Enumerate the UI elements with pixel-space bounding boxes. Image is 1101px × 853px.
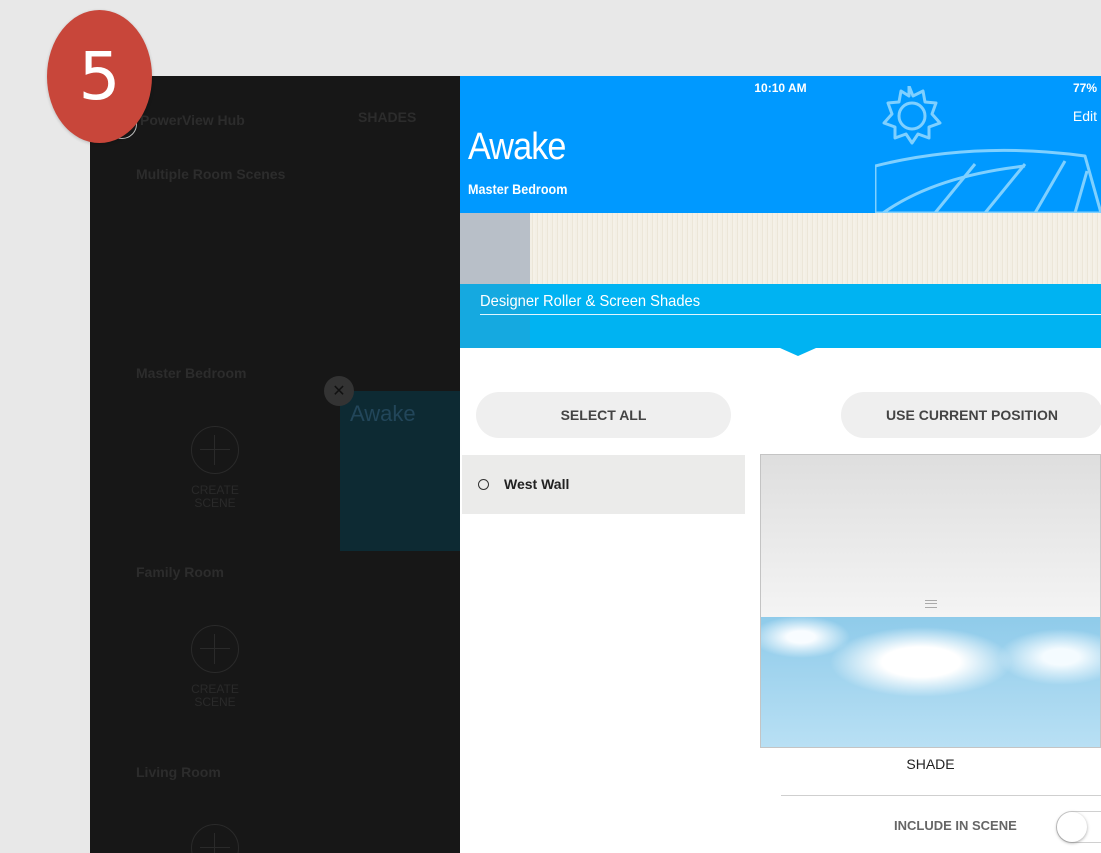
sun-over-field-icon (875, 86, 1101, 213)
shade-name: West Wall (504, 476, 570, 492)
include-in-scene-toggle[interactable] (1056, 811, 1101, 843)
scene-tile: Awake (340, 391, 460, 551)
section-title: Family Room (136, 564, 224, 580)
section-title: Multiple Room Scenes (136, 166, 286, 182)
create-scene-label: CREATE SCENE (191, 682, 239, 709)
section-title: Living Room (136, 764, 221, 780)
banner-pointer (780, 348, 816, 356)
section-title: Master Bedroom (136, 365, 247, 381)
drag-handle-icon[interactable] (925, 600, 937, 608)
scene-tile-title: Awake (350, 401, 416, 426)
background-scenes-screen: PowerView Hub SHADES Multiple Room Scene… (90, 76, 460, 853)
shade-position-preview[interactable] (760, 454, 1101, 748)
shades-tab: SHADES (358, 109, 417, 125)
plus-icon (191, 824, 239, 853)
window-sky-preview (761, 617, 1100, 747)
select-all-button[interactable]: SELECT ALL (476, 392, 731, 438)
toggle-knob[interactable] (1057, 812, 1087, 842)
room-name: Master Bedroom (468, 181, 568, 197)
shade-fabric-swatch (460, 213, 1101, 287)
plus-icon (191, 426, 239, 474)
step-number-badge: 5 (47, 10, 152, 143)
scene-title: Awake (468, 126, 566, 168)
shade-fabric-preview (761, 455, 1100, 618)
shade-list-item[interactable]: West Wall (462, 455, 745, 514)
shade-type-underline (480, 314, 1101, 315)
use-current-position-button[interactable]: USE CURRENT POSITION (841, 392, 1101, 438)
scene-edit-panel: 10:10 AM 77% Edit Awake Master Bedroom D… (460, 76, 1101, 853)
shade-type-label: Designer Roller & Screen Shades (480, 293, 701, 310)
close-icon: ✕ (324, 376, 354, 406)
scene-header: 10:10 AM 77% Edit Awake Master Bedroom (460, 76, 1101, 213)
include-in-scene-label: INCLUDE IN SCENE (894, 818, 1017, 833)
plus-icon (191, 625, 239, 673)
divider (781, 795, 1101, 796)
radio-button[interactable] (478, 479, 489, 490)
fabric-edge (460, 213, 530, 287)
hub-name: PowerView Hub (140, 112, 245, 128)
create-scene-label: CREATE SCENE (191, 483, 239, 510)
preview-label: SHADE (906, 756, 955, 772)
